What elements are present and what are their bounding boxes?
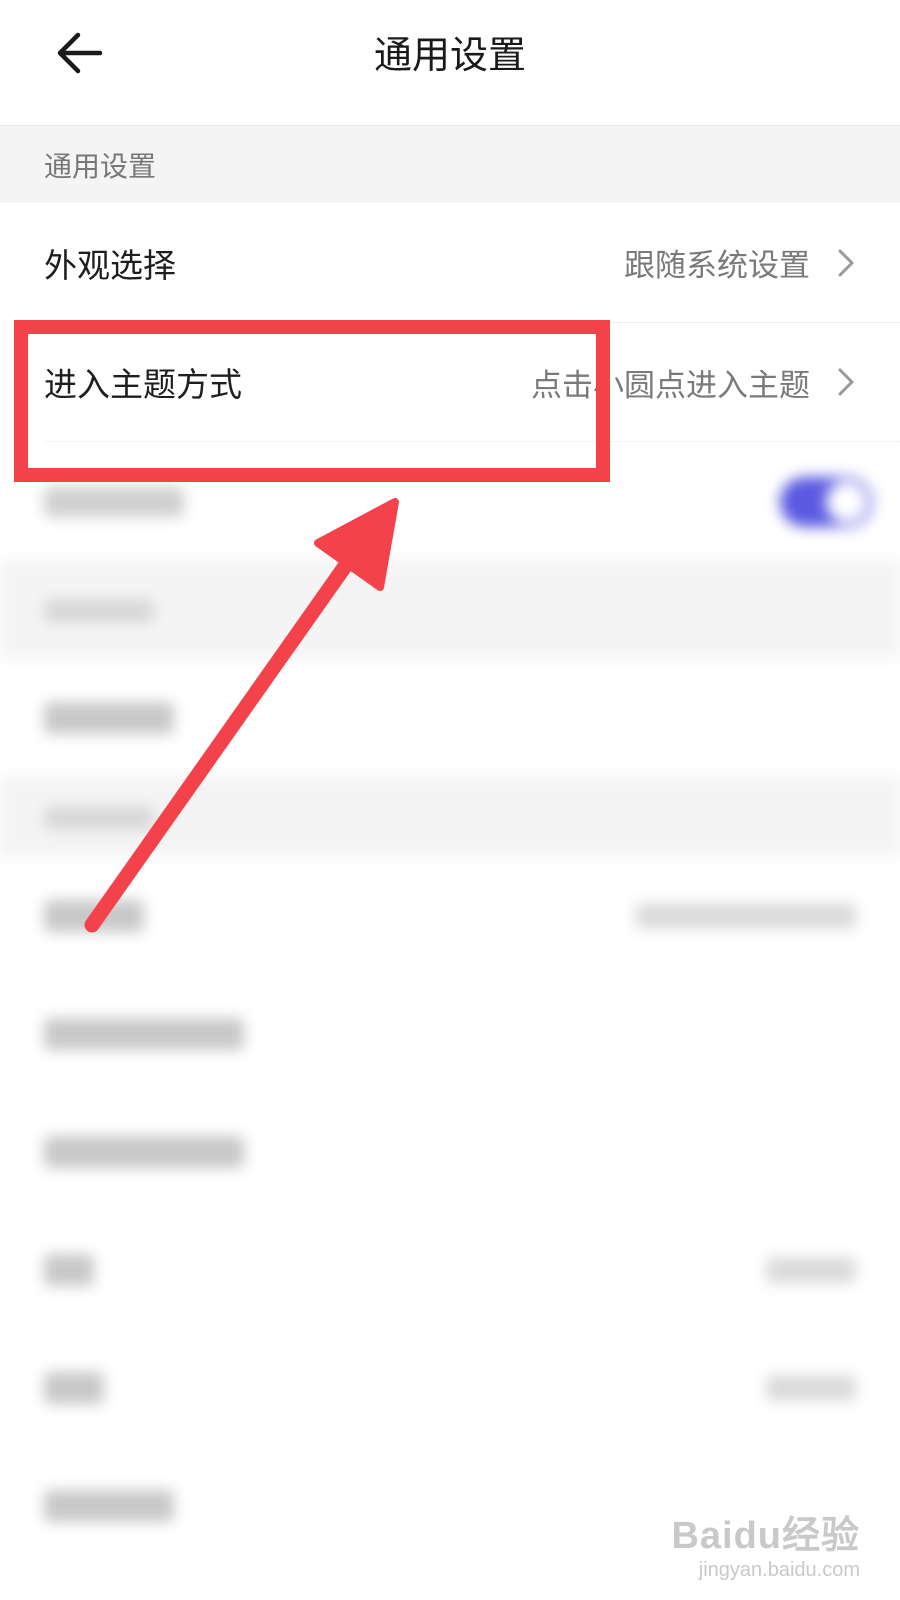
blurred-row [0, 975, 900, 1093]
toggle-switch [780, 477, 872, 527]
blurred-row [0, 1093, 900, 1211]
blurred-row [0, 659, 900, 777]
blurred-section-header [0, 777, 900, 857]
chevron-right-icon [836, 248, 856, 278]
watermark-sub: jingyan.baidu.com [698, 1559, 860, 1581]
appearance-label: 外观选择 [44, 245, 176, 285]
chevron-right-icon [836, 367, 856, 397]
highlight-box [14, 320, 610, 482]
blurred-row [0, 1329, 900, 1447]
appearance-value: 跟随系统设置 [624, 248, 810, 284]
app-header: 通用设置 [0, 0, 900, 125]
blurred-content [0, 443, 900, 1600]
blurred-row [0, 857, 900, 975]
appearance-setting-row[interactable]: 外观选择 跟随系统设置 [0, 203, 900, 322]
watermark-main: Baidu经验 [671, 1515, 860, 1557]
baidu-watermark: Baidu经验 jingyan.baidu.com [671, 1504, 860, 1582]
section-header-general: 通用设置 [0, 125, 900, 203]
page-title: 通用设置 [373, 33, 526, 77]
blurred-section-header [0, 561, 900, 659]
blurred-row [0, 1211, 900, 1329]
